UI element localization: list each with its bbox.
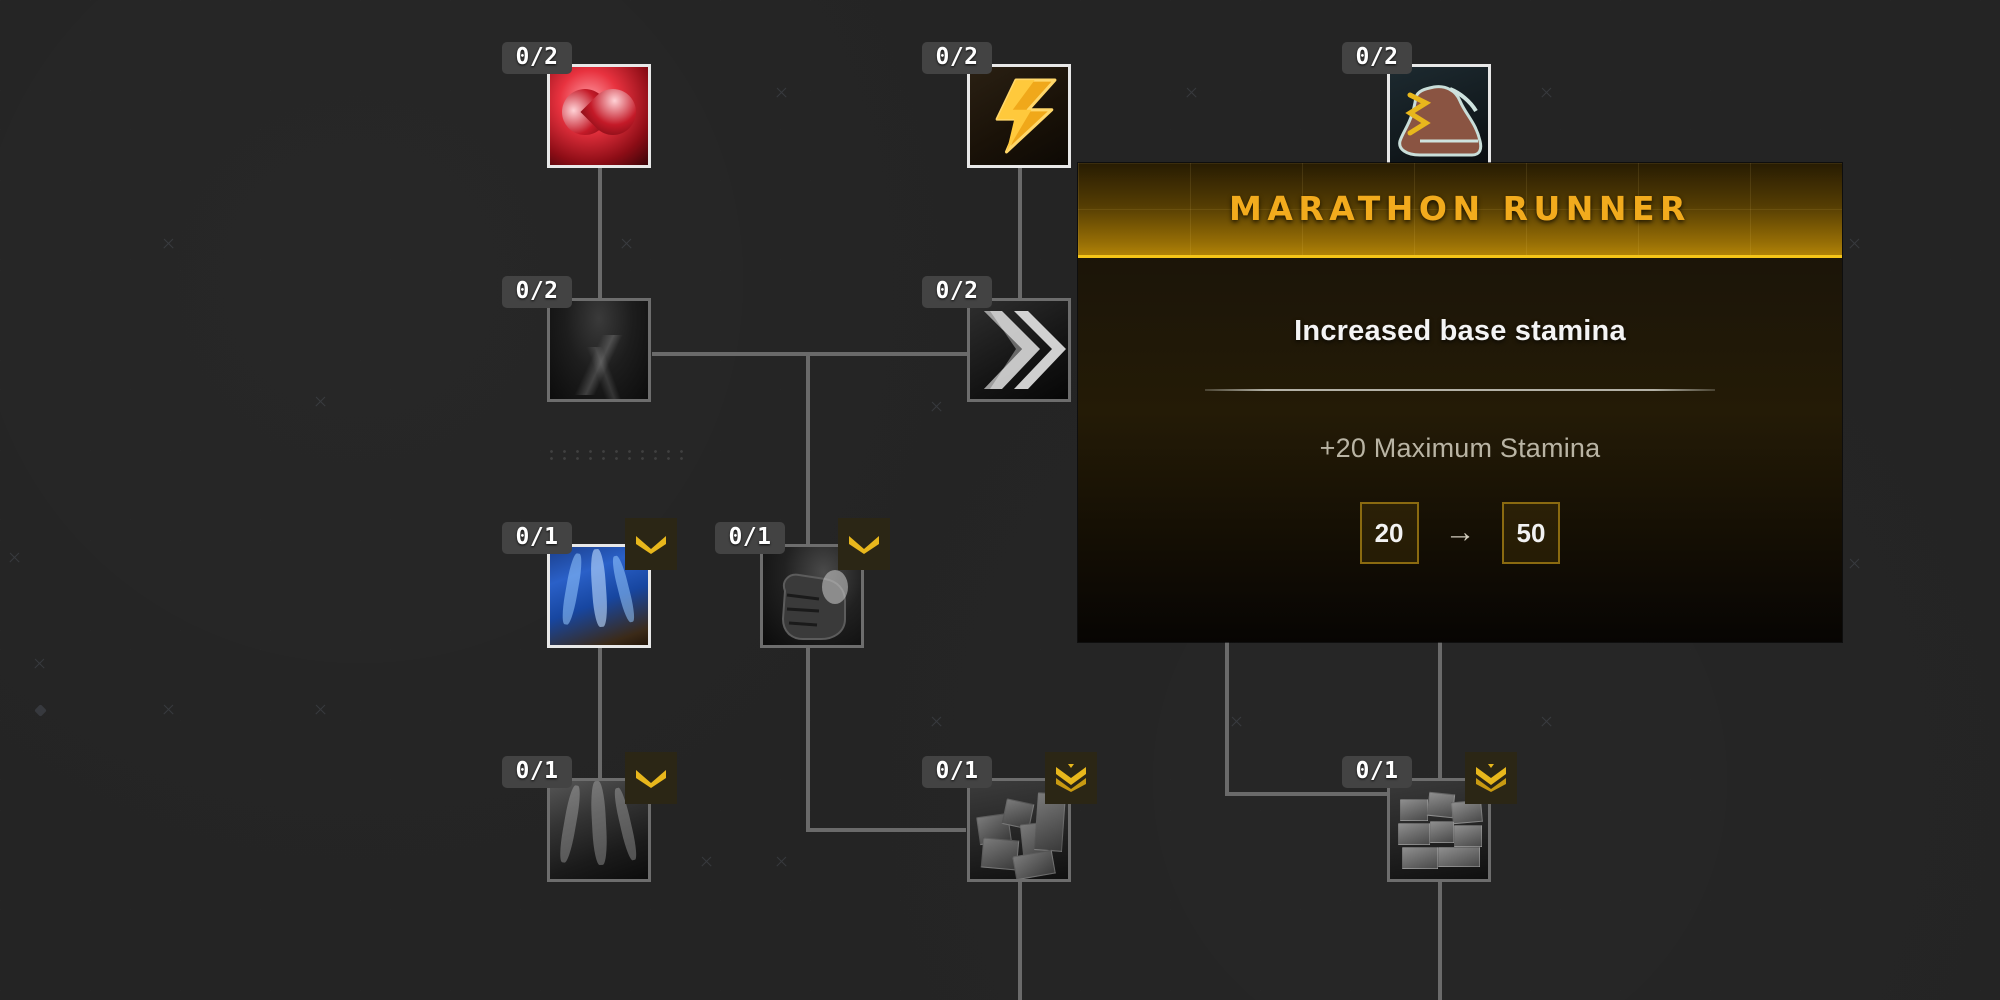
node-rank-badge: 0/1 bbox=[1342, 756, 1412, 788]
tooltip-value-to: 50 bbox=[1501, 502, 1561, 564]
tooltip-value-from: 20 bbox=[1359, 502, 1419, 564]
node-rank-badge: 0/2 bbox=[502, 42, 572, 74]
skill-node-fist[interactable]: 0/1 bbox=[715, 518, 890, 648]
skill-node-stamina-bolt[interactable]: 0/2 bbox=[922, 42, 1071, 168]
tooltip-header: MARATHON RUNNER bbox=[1078, 163, 1842, 258]
skill-node-dark-chestplate[interactable]: 0/2 bbox=[502, 276, 651, 402]
heart-icon bbox=[550, 67, 648, 165]
skill-node-marathon-runner[interactable]: 0/2 bbox=[1342, 42, 1491, 168]
skill-tooltip: MARATHON RUNNER Increased base stamina +… bbox=[1078, 163, 1842, 642]
tier-badge-double-chevron bbox=[1045, 752, 1097, 804]
link-stone-down bbox=[1438, 880, 1442, 1000]
skill-node-health[interactable]: 0/2 bbox=[502, 42, 651, 168]
link-stone-up bbox=[1438, 636, 1442, 794]
node-rank-badge: 0/2 bbox=[1342, 42, 1412, 74]
tooltip-effect: +20 Maximum Stamina bbox=[1319, 433, 1601, 463]
tooltip-divider bbox=[1205, 389, 1715, 391]
node-frame bbox=[547, 64, 651, 168]
skill-node-rubble[interactable]: 0/1 bbox=[922, 752, 1097, 882]
skill-node-speed-chevron[interactable]: 0/2 bbox=[922, 276, 1071, 402]
chevron-speed-icon bbox=[970, 301, 1068, 399]
tier-badge-double-chevron bbox=[1465, 752, 1517, 804]
tier-badge-single-chevron bbox=[838, 518, 890, 570]
link-health-to-darkchest bbox=[598, 168, 602, 300]
arrow-right-icon: → bbox=[1444, 513, 1476, 549]
node-frame bbox=[547, 298, 651, 402]
link-rubble-down bbox=[1018, 880, 1022, 1000]
lightning-bolt-icon bbox=[970, 67, 1068, 165]
tier-badge-single-chevron bbox=[625, 518, 677, 570]
link-bluecloth-to-greycloth bbox=[598, 648, 602, 780]
tooltip-title: MARATHON RUNNER bbox=[1229, 189, 1691, 228]
dark-chestplate-icon bbox=[550, 301, 648, 399]
node-rank-badge: 0/1 bbox=[502, 756, 572, 788]
skill-node-stone-blocks[interactable]: 0/1 bbox=[1342, 752, 1517, 882]
link-right-down bbox=[1225, 636, 1229, 796]
link-bolt-to-speed bbox=[1018, 168, 1022, 300]
dotted-separator bbox=[545, 448, 693, 462]
boot-lightning-icon bbox=[1390, 67, 1488, 165]
node-rank-badge: 0/2 bbox=[922, 42, 992, 74]
skill-tree-screen: 0/2 0/2 0/2 0/2 0/2 0/1 0/1 0/1 0/1 0/1 … bbox=[0, 0, 2000, 1000]
tooltip-description: Increased base stamina bbox=[1294, 315, 1626, 347]
tier-badge-single-chevron bbox=[625, 752, 677, 804]
node-frame bbox=[967, 64, 1071, 168]
node-rank-badge: 0/2 bbox=[502, 276, 572, 308]
node-rank-badge: 0/1 bbox=[502, 522, 572, 554]
node-frame bbox=[1387, 64, 1491, 168]
node-rank-badge: 0/2 bbox=[922, 276, 992, 308]
node-rank-badge: 0/1 bbox=[715, 522, 785, 554]
tooltip-value-comparison: 20 → 50 bbox=[1078, 502, 1842, 564]
skill-node-blue-cloth[interactable]: 0/1 bbox=[502, 518, 677, 648]
skill-node-grey-cloth[interactable]: 0/1 bbox=[502, 752, 677, 882]
node-rank-badge: 0/1 bbox=[922, 756, 992, 788]
link-junction-to-rubble bbox=[806, 828, 966, 832]
node-frame bbox=[967, 298, 1071, 402]
